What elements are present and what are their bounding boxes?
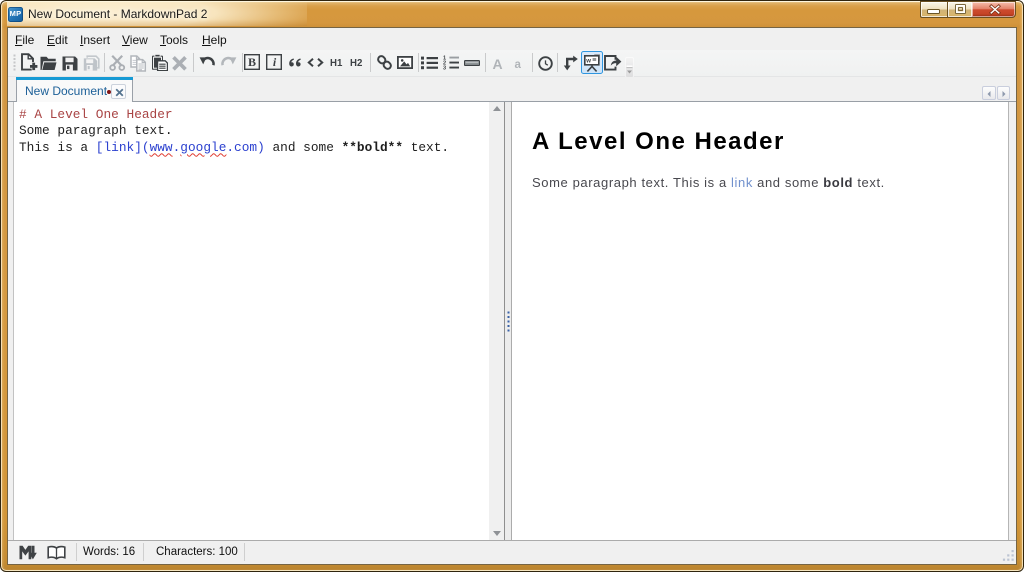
svg-text:w: w <box>585 58 591 64</box>
svg-text:B: B <box>248 55 256 69</box>
svg-text:3: 3 <box>443 66 446 70</box>
svg-text:i: i <box>272 55 276 69</box>
